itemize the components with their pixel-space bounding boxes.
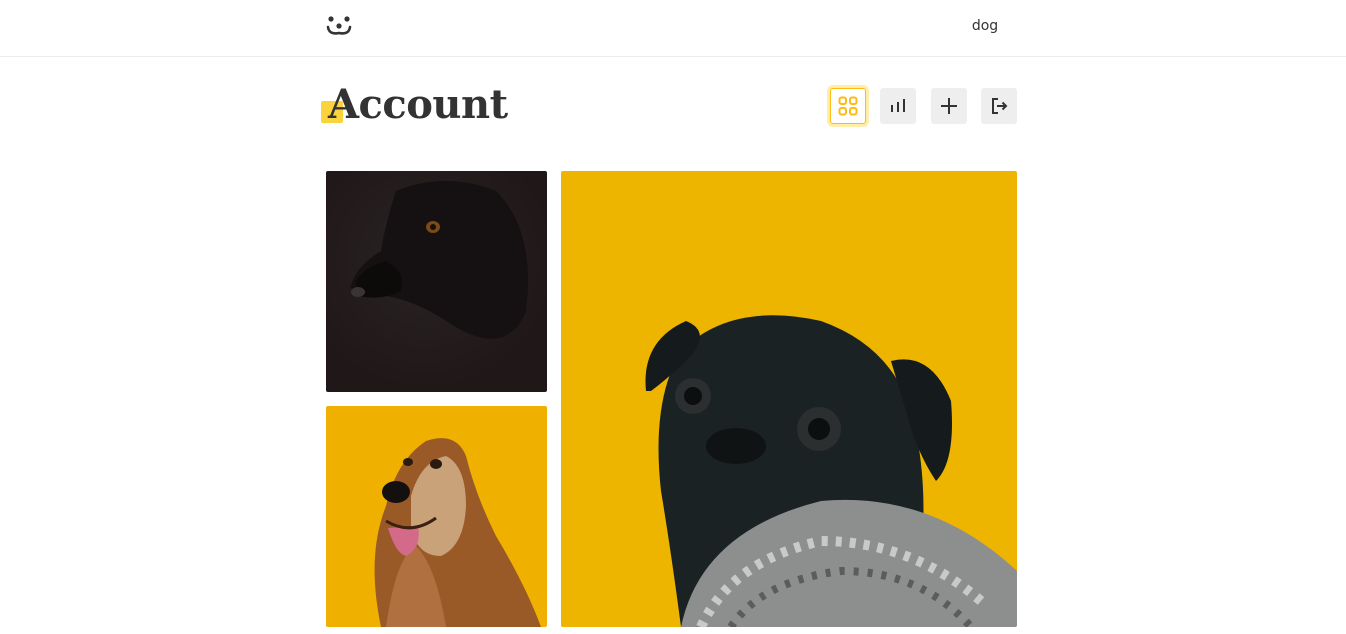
grid-icon xyxy=(838,96,858,116)
home-logo-link[interactable] xyxy=(325,14,353,38)
dog-face-icon xyxy=(326,16,352,35)
my-photos-button[interactable] xyxy=(830,88,866,124)
feed-photo-afghan-hound[interactable] xyxy=(326,406,547,627)
plus-icon xyxy=(941,98,957,114)
feed-photo-black-pug[interactable] xyxy=(561,171,1017,627)
black-pug-photo xyxy=(561,171,1017,627)
logout-button[interactable] xyxy=(981,88,1017,124)
black-dog-photo xyxy=(326,171,547,392)
bar-chart-icon xyxy=(891,99,905,112)
page-title: Account xyxy=(328,81,508,128)
afghan-hound-photo xyxy=(326,406,547,627)
title-block: Account xyxy=(320,80,508,130)
statistics-button[interactable] xyxy=(880,88,916,124)
add-photo-button[interactable] xyxy=(931,88,967,124)
user-account-link[interactable]: dog xyxy=(960,18,1010,38)
feed-photo-black-dog[interactable] xyxy=(326,171,547,392)
logout-icon xyxy=(992,98,1008,114)
site-header: dog xyxy=(0,0,1346,57)
